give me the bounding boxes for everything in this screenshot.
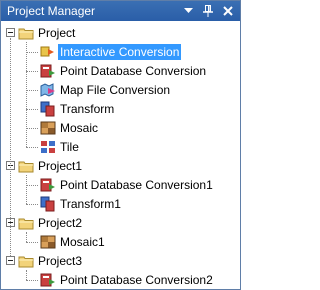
interactive-conversion-icon (40, 44, 56, 60)
point-database-icon (40, 63, 56, 79)
tree-line (26, 279, 38, 281)
tree-line (26, 270, 27, 280)
tree-node-label[interactable]: Interactive Conversion (58, 43, 182, 60)
pin-icon[interactable] (200, 3, 216, 19)
close-icon[interactable] (220, 3, 236, 19)
tree-node-label[interactable]: Project3 (36, 253, 84, 269)
tree-project-node[interactable]: Project1 (1, 156, 240, 175)
tree-line (10, 37, 11, 256)
tree-line (26, 108, 38, 110)
collapse-toggle[interactable] (6, 256, 15, 265)
tree-project-node[interactable]: Project2 (1, 213, 240, 232)
folder-icon (18, 158, 34, 174)
tree-line (26, 42, 27, 147)
mosaic-icon (40, 234, 56, 250)
tree-line (26, 232, 27, 242)
tree-node-label[interactable]: Mosaic (58, 120, 100, 136)
tree-node-label[interactable]: Project2 (36, 215, 84, 231)
project-manager-panel: Project Manager Project Interactive Conve… (0, 0, 241, 290)
tree-line (26, 184, 38, 186)
tree-node-label[interactable]: Map File Conversion (58, 82, 172, 98)
tree-line (26, 127, 38, 129)
tree-line (26, 70, 38, 72)
tree-project-node[interactable]: Project3 (1, 251, 240, 270)
tree-line (26, 51, 38, 53)
mosaic-icon (40, 120, 56, 136)
tree-line (26, 241, 38, 243)
folder-icon (18, 253, 34, 269)
folder-icon (18, 215, 34, 231)
tree-node-label[interactable]: Mosaic1 (58, 234, 107, 250)
tree-node-label[interactable]: Transform1 (58, 196, 123, 212)
map-file-icon (40, 82, 56, 98)
project-tree: Project Interactive Conversion Point Datab… (1, 21, 240, 289)
folder-icon (18, 25, 34, 41)
tree-line (26, 146, 38, 148)
tree-node-label[interactable]: Project1 (36, 158, 84, 174)
tree-line (26, 203, 38, 205)
tree-node-label[interactable]: Project (36, 25, 77, 41)
panel-title: Project Manager (7, 4, 96, 18)
tree-node-label[interactable]: Point Database Conversion1 (58, 177, 215, 193)
tree-project-node[interactable]: Project (1, 23, 240, 42)
transform-icon (40, 196, 56, 212)
tree-node-label[interactable]: Point Database Conversion (58, 63, 208, 79)
point-database-icon (40, 272, 56, 288)
panel-titlebar: Project Manager (1, 1, 240, 21)
chevron-down-icon[interactable] (180, 3, 196, 19)
tree-line (26, 175, 27, 204)
tree-node-label[interactable]: Transform (58, 101, 116, 117)
point-database-icon (40, 177, 56, 193)
tree-line (26, 89, 38, 91)
collapse-toggle[interactable] (6, 28, 15, 37)
tile-icon (40, 139, 56, 155)
transform-icon (40, 101, 56, 117)
tree-node-label[interactable]: Tile (58, 139, 81, 155)
tree-node-label[interactable]: Point Database Conversion2 (58, 272, 215, 288)
